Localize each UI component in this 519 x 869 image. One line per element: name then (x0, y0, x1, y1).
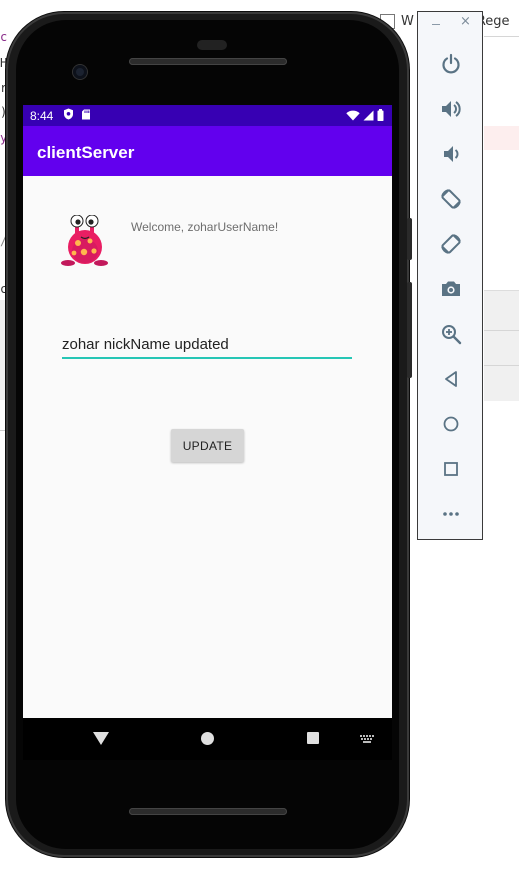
sd-card-icon (81, 109, 91, 123)
emulator-toolbar: × (417, 11, 483, 540)
battery-icon (377, 109, 384, 124)
sensor-slot (197, 40, 227, 50)
side-button (407, 218, 412, 260)
close-icon[interactable]: × (460, 14, 471, 29)
status-icons (346, 109, 384, 124)
update-button-label: UPDATE (182, 438, 233, 453)
rotate-left-button[interactable] (439, 187, 463, 211)
overview-icon (444, 462, 458, 476)
search-option-label: W (401, 13, 414, 29)
window-controls: × (418, 14, 484, 38)
home-icon (443, 416, 459, 432)
bottom-speaker (129, 808, 287, 815)
app-title: clientServer (37, 143, 135, 162)
home-button[interactable] (439, 412, 463, 436)
zoom-button[interactable] (439, 322, 463, 346)
nickname-input[interactable]: zohar nickName updated (62, 333, 352, 359)
camera-icon (442, 281, 460, 296)
power-icon (442, 53, 460, 74)
minimize-icon[interactable] (432, 24, 440, 25)
code-fragment: c (0, 30, 8, 44)
front-camera (73, 65, 87, 79)
background-panel (484, 290, 519, 401)
update-button[interactable]: UPDATE (171, 429, 244, 462)
navigation-bar (23, 718, 392, 760)
earpiece-speaker (129, 58, 287, 65)
nickname-value: zohar nickName updated (62, 336, 229, 353)
back-button[interactable] (439, 367, 463, 391)
highlighted-line (484, 126, 519, 150)
keyboard-icon[interactable] (360, 735, 374, 747)
volume-down-button[interactable] (439, 142, 463, 166)
rotate-left-icon (441, 189, 461, 209)
volume-down-icon (444, 146, 459, 162)
status-time: 8:44 (30, 108, 54, 123)
rotate-right-button[interactable] (439, 232, 463, 256)
device-screen: 8:44 clientServer Welcome, zoharUserName… (23, 105, 392, 718)
status-bar: 8:44 (23, 105, 392, 126)
recents-icon[interactable] (307, 732, 319, 744)
zoom-icon (442, 325, 462, 345)
divider (484, 365, 519, 366)
home-icon[interactable] (201, 732, 214, 745)
screenshot-button[interactable] (439, 277, 463, 301)
volume-up-button[interactable] (439, 97, 463, 121)
back-icon (445, 371, 457, 387)
signal-icon (363, 110, 374, 124)
monster-avatar-icon (60, 214, 110, 267)
rotate-right-icon (441, 234, 461, 254)
welcome-text: Welcome, zoharUserName! (131, 220, 279, 234)
side-button (407, 282, 412, 378)
more-button[interactable] (439, 502, 463, 526)
wifi-icon (346, 110, 360, 124)
overview-button[interactable] (439, 457, 463, 481)
more-icon (443, 512, 459, 516)
shield-icon (63, 108, 74, 123)
app-bar: clientServer (23, 126, 392, 176)
divider (484, 36, 519, 37)
volume-up-icon (442, 101, 461, 117)
power-button[interactable] (439, 52, 463, 76)
back-icon[interactable] (93, 732, 109, 745)
divider (484, 330, 519, 331)
